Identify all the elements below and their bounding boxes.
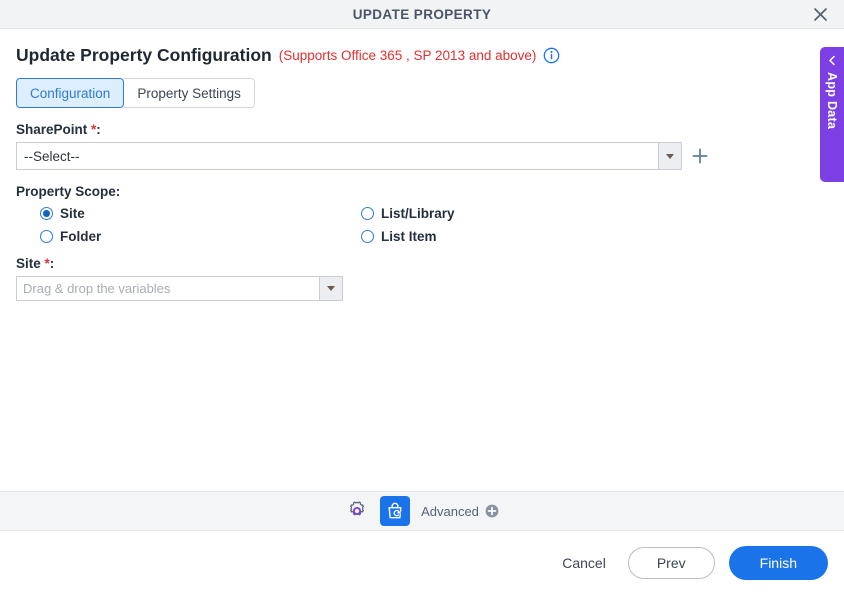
gear-icon[interactable] [345, 499, 369, 523]
radio-site[interactable]: Site [16, 206, 361, 221]
dialog-actions: Cancel Prev Finish [0, 531, 844, 594]
prev-button[interactable]: Prev [628, 547, 715, 579]
close-icon[interactable] [806, 0, 834, 28]
site-block: Site *: Drag & drop the variables [16, 256, 828, 301]
sharepoint-label: SharePoint *: [16, 122, 828, 137]
radio-site-mark [40, 207, 53, 220]
chevron-down-icon[interactable] [658, 143, 681, 169]
site-chevron-down-icon[interactable] [319, 277, 342, 300]
dialog-title: UPDATE PROPERTY [353, 7, 492, 22]
tab-bar: Configuration Property Settings [0, 66, 844, 108]
radio-list-item[interactable]: List Item [361, 229, 437, 244]
site-label: Site *: [16, 256, 828, 271]
page-header: Update Property Configuration (Supports … [0, 29, 844, 66]
radio-folder-mark [40, 230, 53, 243]
app-data-panel-toggle[interactable]: App Data [820, 47, 844, 182]
tab-configuration[interactable]: Configuration [16, 78, 124, 108]
plus-circle-icon[interactable] [485, 504, 499, 518]
sharepoint-select[interactable]: --Select-- [16, 142, 682, 170]
property-scope-label: Property Scope: [16, 184, 828, 199]
sharepoint-row: --Select-- [16, 142, 828, 170]
plus-icon[interactable] [691, 147, 709, 165]
form-body: SharePoint *: --Select-- Property Scope: [0, 108, 844, 491]
page-title: Update Property Configuration [16, 45, 272, 66]
radio-folder[interactable]: Folder [16, 229, 361, 244]
property-scope-row-1: Site List/Library [16, 206, 506, 221]
dialog-titlebar: UPDATE PROPERTY [0, 0, 844, 29]
bottom-toolbar: Advanced [0, 491, 844, 531]
chevron-left-icon [827, 55, 838, 66]
sharepoint-label-text: SharePoint [16, 122, 87, 137]
advanced-label: Advanced [421, 504, 479, 519]
property-scope-options: Site List/Library Folder List Item [16, 206, 506, 244]
site-label-colon: : [50, 256, 55, 271]
radio-list-item-label: List Item [381, 229, 437, 244]
radio-list-library-mark [361, 207, 374, 220]
site-label-text: Site [16, 256, 41, 271]
site-placeholder: Drag & drop the variables [17, 281, 170, 296]
caret-shape [666, 154, 674, 159]
tab-property-settings-label: Property Settings [137, 86, 241, 101]
advanced-toggle[interactable]: Advanced [421, 504, 499, 519]
property-scope-block: Property Scope: Site List/Library [16, 184, 828, 244]
finish-button[interactable]: Finish [729, 546, 828, 580]
shopping-bag-refresh-icon[interactable] [380, 496, 410, 526]
tab-configuration-label: Configuration [30, 86, 110, 101]
radio-list-item-mark [361, 230, 374, 243]
page-title-note: (Supports Office 365 , SP 2013 and above… [279, 48, 537, 63]
tab-property-settings[interactable]: Property Settings [124, 78, 255, 108]
app-data-label: App Data [825, 72, 839, 129]
caret-shape [327, 286, 335, 291]
sharepoint-label-colon: : [96, 122, 101, 137]
radio-site-label: Site [60, 206, 85, 221]
sharepoint-selected-value: --Select-- [17, 149, 80, 164]
radio-list-library-label: List/Library [381, 206, 455, 221]
radio-folder-label: Folder [60, 229, 101, 244]
update-property-dialog: UPDATE PROPERTY Update Property Configur… [0, 0, 844, 594]
cancel-button[interactable]: Cancel [554, 549, 614, 577]
info-icon[interactable] [543, 47, 560, 64]
radio-list-library[interactable]: List/Library [361, 206, 455, 221]
site-dropzone[interactable]: Drag & drop the variables [16, 276, 343, 301]
property-scope-row-2: Folder List Item [16, 229, 506, 244]
